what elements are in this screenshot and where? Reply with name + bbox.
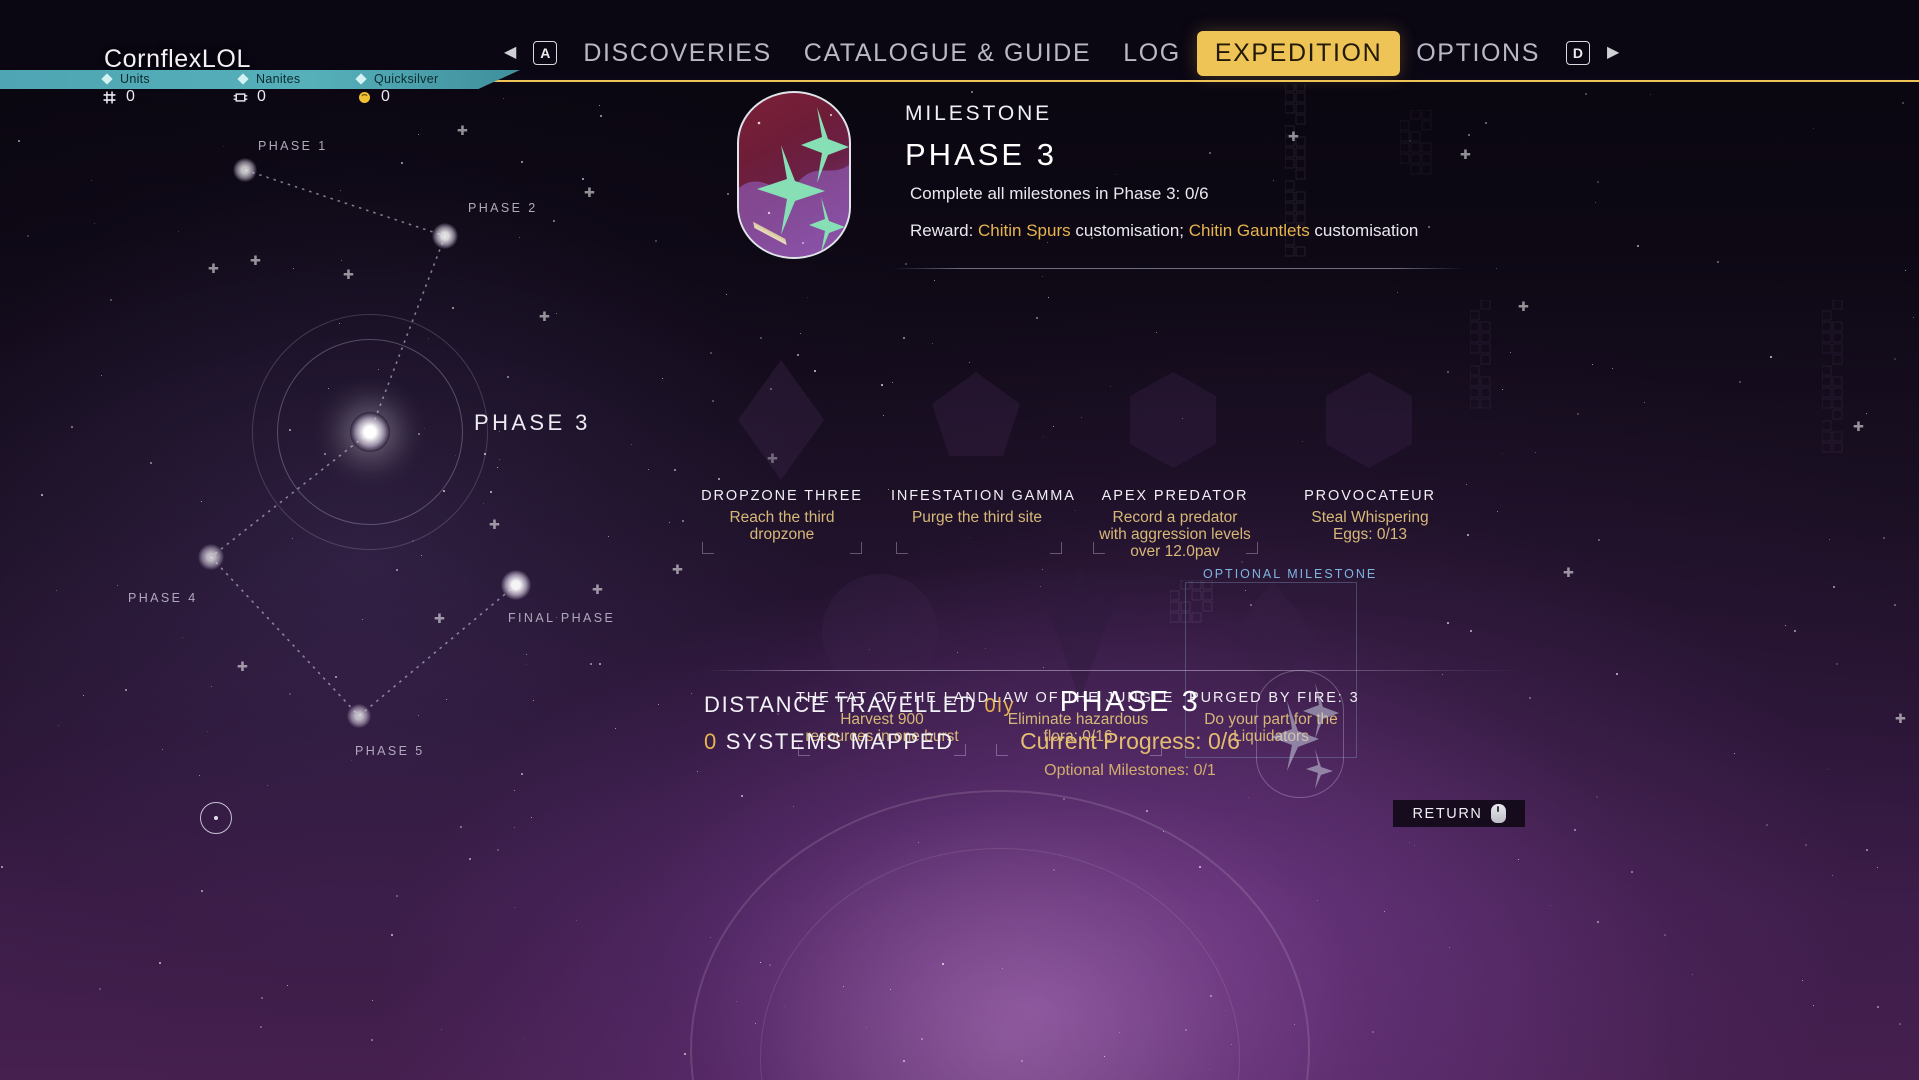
tile-apex-predator[interactable]: APEX PREDATOR Record a predator with agg… bbox=[1090, 488, 1260, 560]
tile-corner bbox=[896, 542, 908, 554]
reward-item-1: Chitin Spurs bbox=[978, 221, 1071, 240]
milestone-badge bbox=[737, 91, 851, 259]
phase-node-final[interactable] bbox=[501, 570, 531, 600]
nav-item-log[interactable]: LOG bbox=[1107, 33, 1197, 74]
panel-divider bbox=[892, 268, 1464, 269]
milestone-description: Complete all milestones in Phase 3: 0/6 bbox=[910, 184, 1209, 203]
return-button-label: RETURN bbox=[1412, 805, 1483, 822]
compass-icon bbox=[200, 802, 232, 834]
currency-labels: Units Nanites Quicksilver bbox=[0, 70, 520, 89]
reward-item-1-suffix: customisation; bbox=[1070, 221, 1189, 240]
tile-corner bbox=[1246, 542, 1258, 554]
quicksilver-label: Quicksilver bbox=[374, 72, 439, 86]
units-icon bbox=[103, 91, 116, 103]
nanites-value: 0 bbox=[257, 88, 266, 105]
phase-node-2-label: PHASE 2 bbox=[468, 201, 538, 215]
tile-corner bbox=[1050, 542, 1062, 554]
phase-node-5[interactable] bbox=[347, 704, 371, 728]
reward-prefix: Reward: bbox=[910, 221, 979, 240]
units-label: Units bbox=[120, 72, 150, 86]
distance-travelled: DISTANCE TRAVELLED 0ly bbox=[704, 692, 1015, 718]
systems-mapped-value: 0 bbox=[704, 729, 718, 754]
nav-item-catalogue-guide[interactable]: CATALOGUE & GUIDE bbox=[788, 33, 1107, 74]
progress-phase: PHASE 3 bbox=[1059, 686, 1201, 718]
tile-corner bbox=[954, 744, 966, 756]
phase-badge-ghost bbox=[1256, 670, 1344, 798]
tile-dropzone-three-name: DROPZONE THREE bbox=[701, 488, 863, 504]
systems-mapped-label: SYSTEMS MAPPED bbox=[717, 729, 954, 754]
tile-apex-predator-name: APEX PREDATOR bbox=[1101, 488, 1249, 504]
return-button[interactable]: RETURN bbox=[1393, 800, 1525, 827]
optional-milestone-label: OPTIONAL MILESTONE bbox=[1203, 567, 1378, 581]
units-value: 0 bbox=[126, 88, 135, 105]
nav-item-expedition[interactable]: EXPEDITION bbox=[1196, 30, 1401, 76]
tile-provocateur-name: PROVOCATEUR bbox=[1304, 488, 1436, 504]
tile-corner bbox=[702, 542, 714, 554]
phase-path bbox=[209, 169, 517, 718]
tile-infestation-gamma-name: INFESTATION GAMMA bbox=[891, 488, 1076, 504]
systems-mapped: 0 SYSTEMS MAPPED bbox=[704, 729, 954, 755]
nav-next-arrow-icon[interactable]: ▶ bbox=[1600, 45, 1626, 61]
nanites-icon bbox=[233, 92, 248, 102]
nav-next-key[interactable]: D bbox=[1565, 41, 1590, 65]
stats-divider-left bbox=[704, 670, 1244, 671]
quicksilver-icon bbox=[358, 91, 371, 103]
phase-node-3-label: PHASE 3 bbox=[474, 410, 591, 435]
distance-travelled-label: DISTANCE TRAVELLED bbox=[704, 692, 985, 717]
expedition-screen: ✚✚✚✚✚✚✚✚✚✚✚✚✚✚✚✚✚✚ PHASE 1 PHASE 2 PHASE… bbox=[0, 0, 1919, 1080]
tile-provocateur[interactable]: PROVOCATEUR Steal Whispering Eggs: 0/13 bbox=[1288, 488, 1452, 543]
tile-apex-predator-desc: Record a predator with aggression levels… bbox=[1099, 509, 1251, 560]
nav-item-discoveries[interactable]: DISCOVERIES bbox=[567, 33, 787, 74]
phase-node-1[interactable] bbox=[233, 158, 257, 182]
milestone-reward: Reward: Chitin Spurs customisation; Chit… bbox=[910, 221, 1418, 241]
reward-item-2: Chitin Gauntlets bbox=[1188, 221, 1310, 240]
tile-infestation-gamma-desc: Purge the third site bbox=[911, 509, 1043, 526]
main-nav-menu: ◀ A DISCOVERIES CATALOGUE & GUIDE LOG EX… bbox=[497, 30, 1626, 76]
phase-map: PHASE 1 PHASE 2 PHASE 3 PHASE 4 PHASE 5 … bbox=[0, 84, 700, 1080]
quicksilver-diamond-icon bbox=[355, 73, 367, 85]
phase-node-final-label: FINAL PHASE bbox=[508, 611, 616, 625]
nanites-value-group: 0 bbox=[232, 88, 266, 106]
milestone-kicker: MILESTONE bbox=[905, 102, 1053, 125]
nav-prev-key[interactable]: A bbox=[533, 41, 558, 65]
quicksilver-value-group: 0 bbox=[356, 88, 390, 106]
units-diamond-icon bbox=[101, 73, 113, 85]
nav-prev-arrow-icon[interactable]: ◀ bbox=[497, 45, 523, 61]
phase-node-4-label: PHASE 4 bbox=[128, 591, 198, 605]
phase-node-4[interactable] bbox=[198, 544, 224, 570]
phase-node-5-label: PHASE 5 bbox=[355, 744, 425, 758]
nav-item-options[interactable]: OPTIONS bbox=[1400, 33, 1556, 74]
milestone-title: PHASE 3 bbox=[905, 137, 1057, 172]
reward-item-2-suffix: customisation bbox=[1309, 221, 1419, 240]
nanites-diamond-icon bbox=[237, 73, 249, 85]
progress-optional: Optional Milestones: 0/1 bbox=[1044, 762, 1216, 779]
phase-node-3[interactable] bbox=[350, 412, 390, 452]
tile-dropzone-three-desc: Reach the third dropzone bbox=[729, 509, 835, 543]
tile-corner bbox=[1093, 542, 1105, 554]
mouse-icon bbox=[1490, 804, 1506, 823]
tile-dropzone-three[interactable]: DROPZONE THREE Reach the third dropzone bbox=[700, 488, 864, 543]
quicksilver-value: 0 bbox=[381, 88, 390, 105]
tile-provocateur-desc: Steal Whispering Eggs: 0/13 bbox=[1311, 509, 1429, 543]
phase-node-2[interactable] bbox=[432, 223, 458, 249]
tile-infestation-gamma[interactable]: INFESTATION GAMMA Purge the third site bbox=[891, 488, 1076, 526]
tile-corner bbox=[850, 542, 862, 554]
units-value-group: 0 bbox=[101, 88, 135, 106]
phase-node-1-label: PHASE 1 bbox=[258, 139, 328, 153]
progress-current: Current Progress: 0/6 bbox=[1020, 728, 1240, 754]
nanites-label: Nanites bbox=[256, 72, 301, 86]
